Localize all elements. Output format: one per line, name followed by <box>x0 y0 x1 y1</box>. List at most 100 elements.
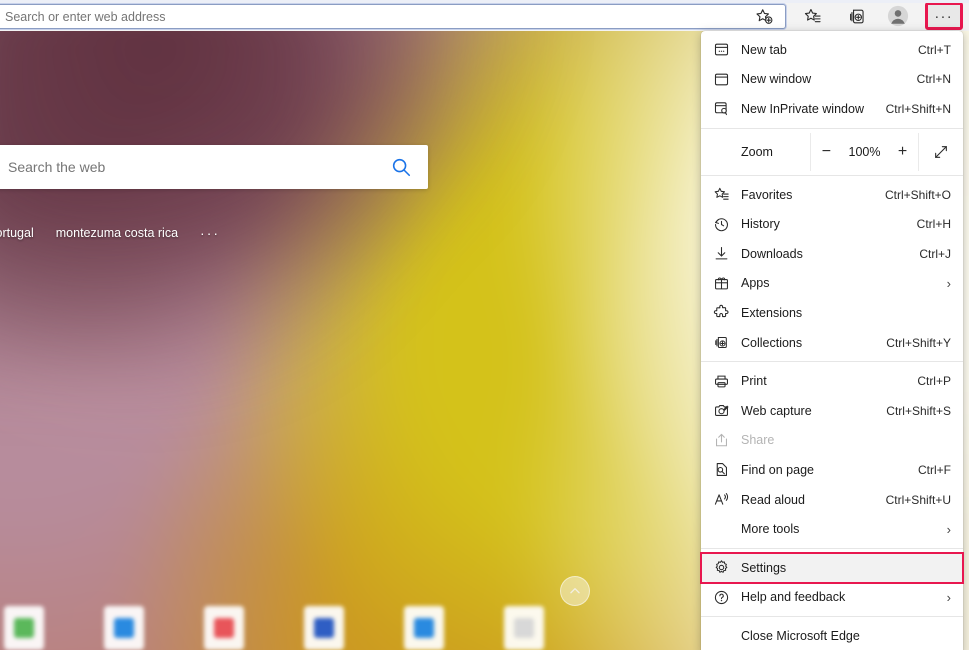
menu-item-shortcut: Ctrl+Shift+U <box>886 493 951 507</box>
shortcut-tile-3[interactable] <box>204 606 244 650</box>
chevron-up-icon <box>568 584 582 598</box>
profile-button[interactable] <box>884 3 912 29</box>
apps-icon <box>701 275 741 292</box>
menu-item-shortcut: Ctrl+Shift+O <box>885 188 951 202</box>
edge-settings-menu: New tab Ctrl+T New window Ctrl+N New InP… <box>701 31 963 650</box>
menu-item-shortcut: Ctrl+J <box>919 247 951 261</box>
find-icon <box>701 461 741 478</box>
menu-item-label: Close Microsoft Edge <box>741 629 951 643</box>
fullscreen-button[interactable] <box>919 133 963 171</box>
collections-icon <box>701 334 741 351</box>
menu-item-share: Share <box>701 426 963 456</box>
profile-avatar-icon <box>887 5 909 27</box>
menu-item-extensions[interactable]: Extensions <box>701 298 963 328</box>
history-icon <box>701 216 741 233</box>
extensions-icon <box>701 304 741 321</box>
menu-item-label: Extensions <box>741 306 951 320</box>
menu-item-web-capture[interactable]: Web capture Ctrl+Shift+S <box>701 396 963 426</box>
add-to-favorites-button[interactable] <box>750 5 776 27</box>
web-capture-icon <box>701 402 741 419</box>
menu-separator-5 <box>701 616 963 617</box>
menu-item-apps[interactable]: Apps › <box>701 269 963 299</box>
menu-item-new-inprivate-window[interactable]: New InPrivate window Ctrl+Shift+N <box>701 94 963 124</box>
menu-item-label: Share <box>741 433 951 447</box>
menu-item-label: New InPrivate window <box>741 102 886 116</box>
print-icon <box>701 373 741 390</box>
new-tab-icon <box>701 41 741 58</box>
menu-separator-3 <box>701 361 963 362</box>
shortcut-tile-6[interactable] <box>504 606 544 650</box>
star-plus-icon <box>754 7 773 26</box>
menu-item-shortcut: Ctrl+Shift+S <box>886 404 951 418</box>
menu-item-history[interactable]: History Ctrl+H <box>701 209 963 239</box>
menu-separator-2 <box>701 175 963 176</box>
menu-item-favorites[interactable]: Favorites Ctrl+Shift+O <box>701 180 963 210</box>
inprivate-icon <box>701 100 741 117</box>
page-search-box[interactable] <box>0 145 428 189</box>
menu-separator-1 <box>701 128 963 129</box>
share-icon <box>701 432 741 449</box>
trending-more-icon[interactable]: ··· <box>200 225 220 241</box>
zoom-in-button[interactable]: + <box>894 143 911 161</box>
address-input[interactable] <box>0 10 785 24</box>
menu-item-label: Help and feedback <box>741 590 939 604</box>
favorites-button[interactable] <box>798 3 826 29</box>
search-magnifier-icon[interactable] <box>374 156 428 178</box>
shortcut-tile-4[interactable] <box>304 606 344 650</box>
collections-icon <box>848 7 867 26</box>
menu-item-read-aloud[interactable]: Read aloud Ctrl+Shift+U <box>701 485 963 515</box>
menu-item-label: New window <box>741 72 917 86</box>
menu-item-label: History <box>741 217 917 231</box>
chevron-right-icon: › <box>947 590 951 605</box>
collections-button[interactable] <box>843 3 871 29</box>
menu-item-label: Apps <box>741 276 939 290</box>
menu-zoom-row: Zoom − 100% + <box>701 133 963 171</box>
menu-item-shortcut: Ctrl+F <box>918 463 951 477</box>
scroll-to-top-button[interactable] <box>560 576 590 606</box>
zoom-out-button[interactable]: − <box>818 143 835 161</box>
trending-link-1[interactable]: ceira portugal <box>0 226 34 240</box>
menu-item-label: Print <box>741 374 917 388</box>
downloads-icon <box>701 245 741 262</box>
trending-link-2[interactable]: montezuma costa rica <box>56 226 178 240</box>
favorites-icon <box>701 186 741 203</box>
menu-item-more-tools[interactable]: More tools › <box>701 514 963 544</box>
shortcut-tile-2[interactable] <box>104 606 144 650</box>
trending-searches: ceira portugal montezuma costa rica ··· <box>0 223 288 243</box>
menu-item-help-and-feedback[interactable]: Help and feedback › <box>701 583 963 613</box>
chevron-right-icon: › <box>947 276 951 291</box>
zoom-controls: − 100% + <box>811 133 919 171</box>
menu-item-downloads[interactable]: Downloads Ctrl+J <box>701 239 963 269</box>
menu-item-print[interactable]: Print Ctrl+P <box>701 366 963 396</box>
shortcut-tile-1[interactable] <box>4 606 44 650</box>
menu-item-shortcut: Ctrl+Shift+N <box>886 102 951 116</box>
address-bar[interactable] <box>0 4 786 29</box>
gear-icon <box>701 559 741 576</box>
settings-and-more-button[interactable]: ... <box>925 2 963 30</box>
menu-item-new-tab[interactable]: New tab Ctrl+T <box>701 35 963 65</box>
menu-item-find-on-page[interactable]: Find on page Ctrl+F <box>701 455 963 485</box>
chevron-right-icon: › <box>947 522 951 537</box>
background-image-shadow <box>0 31 640 531</box>
menu-item-label: Find on page <box>741 463 918 477</box>
read-aloud-icon <box>701 491 741 508</box>
menu-item-label: Favorites <box>741 188 885 202</box>
menu-item-close-microsoft-edge[interactable]: Close Microsoft Edge <box>701 621 963 650</box>
menu-item-new-window[interactable]: New window Ctrl+N <box>701 65 963 95</box>
menu-item-shortcut: Ctrl+P <box>917 374 951 388</box>
menu-item-shortcut: Ctrl+H <box>917 217 951 231</box>
toolbar-top-border <box>0 0 969 3</box>
search-input[interactable] <box>0 159 374 175</box>
shortcut-tile-5[interactable] <box>404 606 444 650</box>
menu-item-shortcut: Ctrl+N <box>917 72 951 86</box>
zoom-value: 100% <box>849 145 881 159</box>
menu-item-label: More tools <box>741 522 939 536</box>
browser-toolbar: ... <box>0 0 969 31</box>
menu-item-settings[interactable]: Settings <box>701 553 963 583</box>
zoom-label: Zoom <box>701 133 811 171</box>
menu-item-shortcut: Ctrl+Shift+Y <box>886 336 951 350</box>
help-circle-icon <box>701 589 741 606</box>
menu-item-collections[interactable]: Collections Ctrl+Shift+Y <box>701 328 963 358</box>
favorites-icon <box>803 7 822 26</box>
fullscreen-arrows-icon <box>933 144 949 160</box>
